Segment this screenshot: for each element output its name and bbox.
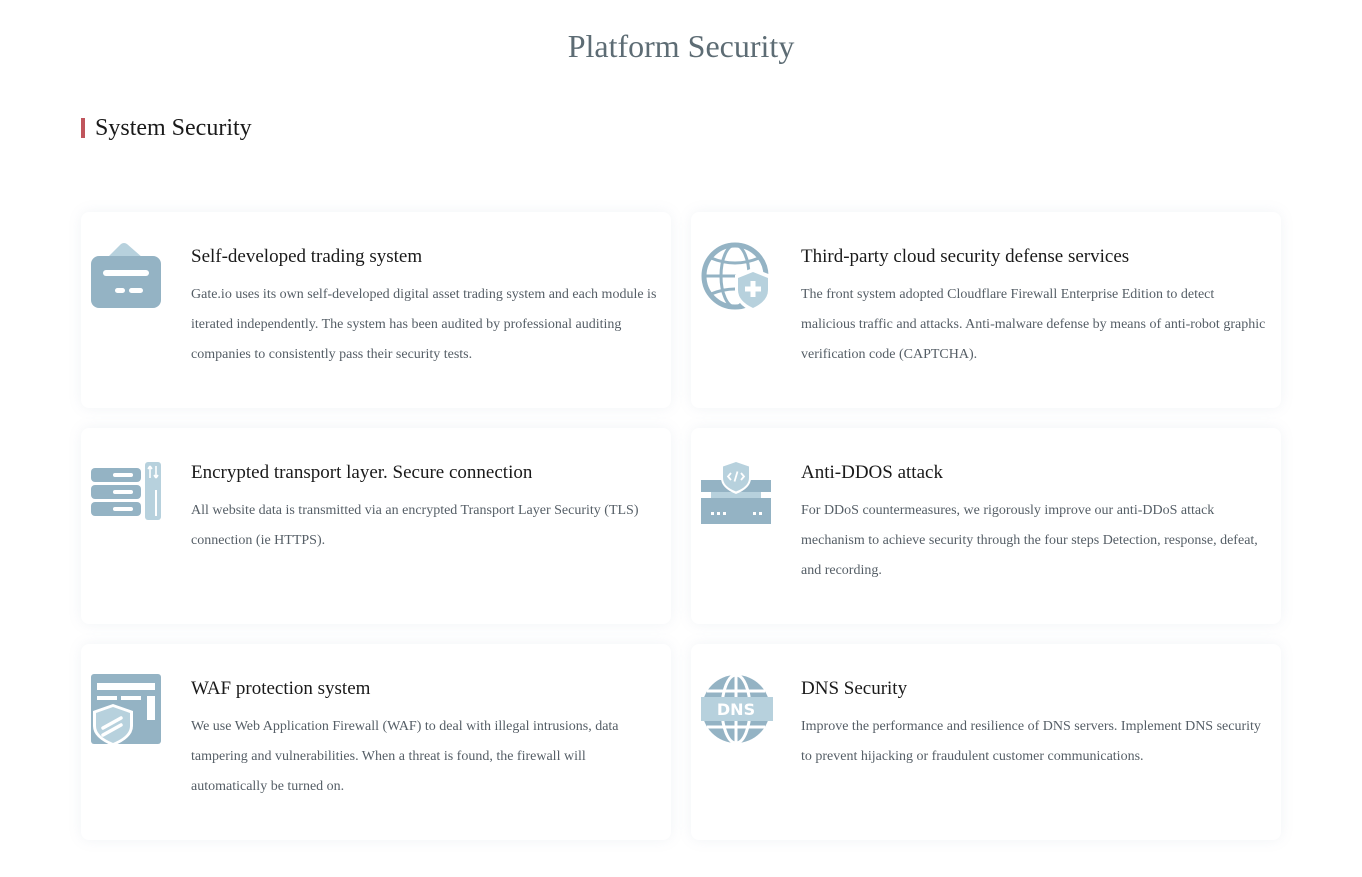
feature-card-cloud-defense: Third-party cloud security defense servi… xyxy=(691,212,1281,408)
card-title: Encrypted transport layer. Secure connec… xyxy=(191,462,533,483)
card-description: The front system adopted Cloudflare Fire… xyxy=(801,287,1266,362)
card-title: Self-developed trading system xyxy=(191,246,423,267)
server-transfer-icon xyxy=(91,458,163,530)
card-title: Third-party cloud security defense servi… xyxy=(801,246,1130,267)
feature-card-waf: WAF protection system We use Web Applica… xyxy=(81,644,671,840)
dns-globe-icon: DNS xyxy=(701,674,773,746)
firewall-window-icon xyxy=(91,674,163,746)
credit-card-icon xyxy=(91,242,163,314)
card-description: For DDoS countermeasures, we rigorously … xyxy=(801,503,1258,578)
feature-card-anti-ddos: Anti-DDOS attack For DDoS countermeasure… xyxy=(691,428,1281,624)
page-title: Platform Security xyxy=(567,28,795,64)
section-heading: System Security xyxy=(81,114,252,142)
shield-server-icon xyxy=(701,458,773,530)
card-description: Improve the performance and resilience o… xyxy=(801,719,1261,764)
card-title: Anti-DDOS attack xyxy=(801,462,943,483)
feature-card-encrypted-transport: Encrypted transport layer. Secure connec… xyxy=(81,428,671,624)
card-title: WAF protection system xyxy=(191,678,371,699)
feature-card-dns-security: DNS DNS Security Improve the performance… xyxy=(691,644,1281,840)
globe-shield-icon xyxy=(701,242,773,314)
card-description: All website data is transmitted via an e… xyxy=(191,503,639,548)
dns-icon-label: DNS xyxy=(717,700,755,719)
section-title: System Security xyxy=(95,115,252,141)
card-description: We use Web Application Firewall (WAF) to… xyxy=(191,719,619,794)
card-description: Gate.io uses its own self-developed digi… xyxy=(191,287,657,362)
card-title: DNS Security xyxy=(801,678,908,699)
feature-card-trading-system: Self-developed trading system Gate.io us… xyxy=(81,212,671,408)
section-accent-bar xyxy=(81,118,85,138)
